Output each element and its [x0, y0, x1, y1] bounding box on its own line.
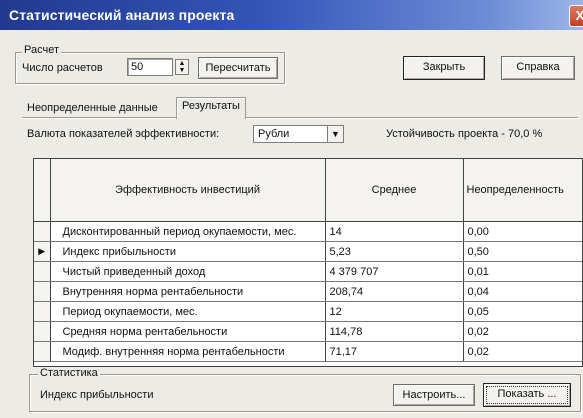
row-mean: 114,78 — [325, 321, 464, 342]
currency-selected-value: Рубли — [258, 128, 290, 140]
calc-count-input[interactable]: 50 — [127, 58, 173, 76]
statistics-group-caption: Статистика — [38, 367, 100, 379]
show-button[interactable]: Показать ... — [483, 383, 571, 407]
row-mean: 208,74 — [325, 281, 464, 302]
row-mean: 5,23 — [325, 241, 464, 262]
row-name: Период окупаемости, мес. — [50, 301, 326, 322]
column-header-efficiency[interactable]: Эффективность инвестиций — [50, 159, 326, 222]
row-selector[interactable] — [34, 321, 51, 342]
configure-button[interactable]: Настроить... — [393, 384, 475, 406]
row-name: Модиф. внутренняя норма рентабельности — [50, 341, 326, 362]
calc-count-label: Число расчетов — [22, 62, 103, 74]
row-selector[interactable] — [34, 281, 51, 302]
tab-strip-line — [22, 117, 578, 118]
table-row[interactable]: ▶ Индекс прибыльности 5,23 0,50 — [34, 241, 582, 262]
row-mean: 12 — [325, 301, 464, 322]
recalculate-button[interactable]: Пересчитать — [198, 57, 278, 79]
row-selector[interactable] — [34, 301, 51, 322]
row-selector[interactable] — [34, 221, 51, 242]
spin-up-icon[interactable]: ▲ — [176, 60, 188, 67]
row-uncertainty: 0,02 — [463, 341, 582, 362]
chevron-down-icon[interactable]: ▼ — [327, 126, 343, 142]
current-row-arrow-icon: ▶ — [38, 246, 46, 256]
title-bar[interactable]: Статистический анализ проекта X — [0, 0, 583, 30]
row-uncertainty: 0,01 — [463, 261, 582, 282]
row-uncertainty: 0,05 — [463, 301, 582, 322]
row-selector[interactable] — [34, 341, 51, 362]
close-window-icon[interactable]: X — [569, 5, 583, 27]
row-selector[interactable]: ▶ — [34, 241, 51, 262]
row-name: Индекс прибыльности — [50, 241, 326, 262]
table-row[interactable]: Период окупаемости, мес. 12 0,05 — [34, 301, 582, 322]
row-uncertainty: 0,00 — [463, 221, 582, 242]
currency-select[interactable]: Рубли ▼ — [253, 125, 344, 143]
statistical-analysis-window: Статистический анализ проекта X Расчет Ч… — [0, 0, 583, 418]
row-mean: 14 — [325, 221, 464, 242]
row-name: Дисконтированный период окупаемости, мес… — [50, 221, 326, 242]
help-button[interactable]: Справка — [501, 56, 575, 80]
row-uncertainty: 0,50 — [463, 241, 582, 262]
calc-count-spinner[interactable]: ▲ ▼ — [175, 59, 189, 75]
results-grid[interactable]: Эффективность инвестиций Среднее Неопред… — [33, 158, 583, 367]
table-row[interactable]: Дисконтированный период окупаемости, мес… — [34, 221, 582, 242]
close-button[interactable]: Закрыть — [403, 56, 485, 80]
row-name: Внутренняя норма рентабельности — [50, 281, 326, 302]
row-mean: 71,17 — [325, 341, 464, 362]
table-row[interactable]: Модиф. внутренняя норма рентабельности 7… — [34, 341, 582, 362]
row-selector[interactable] — [34, 261, 51, 282]
tab-uncertain-data[interactable]: Неопределенные данные — [22, 100, 163, 116]
spin-down-icon[interactable]: ▼ — [176, 67, 188, 74]
row-uncertainty: 0,02 — [463, 321, 582, 342]
table-row[interactable]: Средняя норма рентабельности 114,78 0,02 — [34, 321, 582, 342]
column-header-mean[interactable]: Среднее — [325, 159, 464, 222]
row-mean: 4 379 707 — [325, 261, 464, 282]
row-name: Чистый приведенный доход — [50, 261, 326, 282]
currency-label: Валюта показателей эффективности: — [27, 128, 220, 140]
table-row[interactable]: Чистый приведенный доход 4 379 707 0,01 — [34, 261, 582, 282]
calculation-group-caption: Расчет — [22, 44, 61, 56]
column-header-uncertainty[interactable]: Неопределенность — [463, 159, 582, 222]
project-stability-text: Устойчивость проекта - 70,0 % — [386, 128, 543, 140]
row-selector-header — [34, 159, 51, 222]
row-uncertainty: 0,04 — [463, 281, 582, 302]
header-row: Эффективность инвестиций Среднее Неопред… — [34, 159, 582, 222]
tab-results[interactable]: Результаты — [176, 97, 246, 119]
table-row[interactable]: Внутренняя норма рентабельности 208,74 0… — [34, 281, 582, 302]
window-title: Статистический анализ проекта — [9, 7, 235, 23]
results-table: Эффективность инвестиций Среднее Неопред… — [34, 159, 582, 362]
row-name: Средняя норма рентабельности — [50, 321, 326, 342]
statistics-current-indicator: Индекс прибыльности — [40, 389, 154, 401]
